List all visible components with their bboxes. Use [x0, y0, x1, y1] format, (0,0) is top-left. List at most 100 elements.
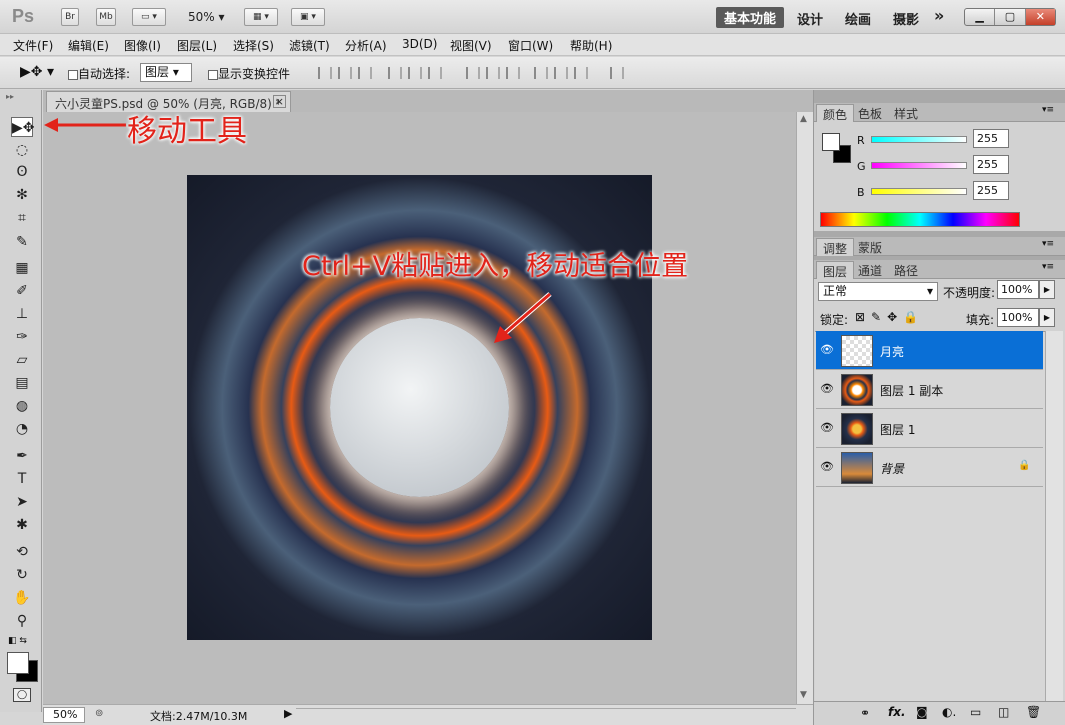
adjustment-layer-icon[interactable]: ◐.: [942, 705, 956, 719]
align-vcenter-icon[interactable]: [338, 67, 352, 79]
move-tool-icon[interactable]: ▶✥: [11, 117, 35, 137]
clone-stamp-tool-icon[interactable]: ⊥: [11, 304, 33, 324]
tab-color[interactable]: 颜色: [816, 104, 855, 122]
hand-tool-icon[interactable]: ✋: [11, 588, 33, 608]
layer-row-background[interactable]: 👁 背景 🔒: [816, 448, 1043, 487]
opacity-field[interactable]: 100%: [997, 280, 1039, 299]
channel-b-slider[interactable]: [871, 188, 967, 195]
delete-layer-icon[interactable]: 🗑: [1026, 705, 1041, 719]
status-options-icon[interactable]: ⊚: [95, 708, 103, 719]
link-layers-icon[interactable]: ⚭: [860, 706, 870, 720]
menu-layer[interactable]: 图层(L): [177, 37, 217, 54]
dodge-tool-icon[interactable]: ◔: [11, 419, 33, 439]
history-brush-tool-icon[interactable]: ✑: [11, 327, 33, 347]
close-tab-icon[interactable]: ×: [272, 95, 286, 108]
visibility-eye-icon[interactable]: 👁: [820, 382, 834, 395]
vertical-scrollbar[interactable]: ▲ ▼: [796, 112, 813, 704]
type-tool-icon[interactable]: T: [11, 469, 33, 489]
path-selection-tool-icon[interactable]: ➤: [11, 492, 33, 512]
tab-channels[interactable]: 通道: [852, 261, 888, 279]
3d-orbit-tool-icon[interactable]: ↻: [11, 565, 33, 585]
color-spectrum-bar[interactable]: [820, 212, 1020, 227]
new-layer-icon[interactable]: ◫: [998, 705, 1009, 719]
screen-mode-button[interactable]: ▣ ▾: [291, 8, 325, 26]
fill-field[interactable]: 100%: [997, 308, 1039, 327]
distribute-hcenter-icon[interactable]: [554, 67, 568, 79]
channel-r-value[interactable]: 255: [973, 129, 1009, 148]
workspace-essentials[interactable]: 基本功能: [716, 7, 785, 28]
adjust-panel-menu-icon[interactable]: ▾≡: [1042, 239, 1054, 249]
align-bottom-icon[interactable]: [358, 67, 372, 79]
3d-rotate-tool-icon[interactable]: ⟲: [11, 542, 33, 562]
close-window-button[interactable]: ✕: [1025, 9, 1055, 25]
menu-file[interactable]: 文件(F): [13, 37, 53, 54]
color-panel-foreground-swatch[interactable]: [822, 133, 840, 151]
layers-panel-menu-icon[interactable]: ▾≡: [1042, 262, 1054, 272]
distribute-top-icon[interactable]: [466, 67, 480, 79]
channel-r-slider[interactable]: [871, 136, 967, 143]
distribute-left-icon[interactable]: [534, 67, 548, 79]
distribute-bottom-icon[interactable]: [506, 67, 520, 79]
brush-tool-icon[interactable]: ✐: [11, 281, 33, 301]
status-zoom-field[interactable]: 50%: [43, 707, 85, 723]
panel-menu-icon[interactable]: ▾≡: [1042, 105, 1054, 115]
workspace-design[interactable]: 设计: [797, 9, 823, 28]
shape-tool-icon[interactable]: ✱: [11, 515, 33, 535]
more-workspaces-icon[interactable]: »: [934, 6, 944, 25]
minimize-button[interactable]: ▁: [965, 9, 996, 25]
layer-row-layer1-copy[interactable]: 👁 图层 1 副本: [816, 370, 1043, 409]
layers-scrollbar[interactable]: [1045, 331, 1063, 701]
horizontal-scrollbar[interactable]: [296, 708, 796, 722]
layer-row-moon[interactable]: 👁 月亮: [816, 331, 1043, 370]
distribute-right-icon[interactable]: [574, 67, 588, 79]
healing-brush-tool-icon[interactable]: ▦: [11, 258, 33, 278]
eraser-tool-icon[interactable]: ▱: [11, 350, 33, 370]
zoom-tool-icon[interactable]: ⚲: [11, 611, 33, 631]
moon-layer-image[interactable]: [330, 318, 509, 497]
marquee-tool-icon[interactable]: ◌: [11, 140, 33, 160]
tool-preset-picker[interactable]: ▶✥ ▾: [20, 64, 54, 80]
tab-layers[interactable]: 图层: [816, 261, 855, 279]
lock-icons[interactable]: ⊠✎✥🔒: [855, 310, 924, 324]
tab-swatches[interactable]: 色板: [852, 104, 888, 122]
align-right-icon[interactable]: [428, 67, 442, 79]
visibility-eye-icon[interactable]: 👁: [820, 460, 834, 473]
visibility-eye-icon[interactable]: 👁: [820, 421, 834, 434]
tab-masks[interactable]: 蒙版: [852, 238, 888, 256]
distribute-vcenter-icon[interactable]: [486, 67, 500, 79]
show-transform-checkbox[interactable]: 显示变换控件: [208, 65, 290, 82]
quick-select-tool-icon[interactable]: ✻: [11, 185, 33, 205]
auto-select-dropdown[interactable]: 图层 ▾: [140, 63, 192, 82]
new-group-icon[interactable]: ▭: [970, 705, 981, 719]
tab-adjustments[interactable]: 调整: [816, 238, 855, 256]
quick-mask-icon[interactable]: ◯: [13, 688, 31, 702]
mini-bridge-button[interactable]: Mb: [96, 8, 116, 26]
channel-b-value[interactable]: 255: [973, 181, 1009, 200]
auto-align-icon[interactable]: [610, 67, 624, 79]
menu-3d[interactable]: 3D(D): [402, 37, 437, 51]
blur-tool-icon[interactable]: ◍: [11, 396, 33, 416]
arrange-documents-button[interactable]: ▦ ▾: [244, 8, 278, 26]
pen-tool-icon[interactable]: ✒: [11, 446, 33, 466]
workspace-painting[interactable]: 绘画: [845, 9, 871, 28]
blend-mode-dropdown[interactable]: 正常 ▾: [818, 282, 938, 301]
menu-filter[interactable]: 滤镜(T): [289, 37, 330, 54]
add-mask-icon[interactable]: ◙: [916, 705, 928, 719]
bridge-button[interactable]: Br: [61, 8, 79, 26]
menu-view[interactable]: 视图(V): [450, 37, 492, 54]
collapse-toolbox-icon[interactable]: ▸▸: [6, 92, 14, 101]
align-hcenter-icon[interactable]: [408, 67, 422, 79]
menu-image[interactable]: 图像(I): [124, 37, 161, 54]
zoom-level[interactable]: 50% ▾: [188, 10, 225, 24]
channel-g-slider[interactable]: [871, 162, 967, 169]
status-menu-arrow-icon[interactable]: ▶: [284, 707, 292, 720]
menu-edit[interactable]: 编辑(E): [68, 37, 109, 54]
menu-help[interactable]: 帮助(H): [570, 37, 612, 54]
tab-styles[interactable]: 样式: [888, 104, 924, 122]
fill-arrow-icon[interactable]: ▶: [1039, 308, 1055, 327]
layer-style-icon[interactable]: fx.: [888, 705, 906, 719]
tab-paths[interactable]: 路径: [888, 261, 924, 279]
menu-analysis[interactable]: 分析(A): [345, 37, 387, 54]
align-top-icon[interactable]: [318, 67, 332, 79]
visibility-eye-icon[interactable]: 👁: [820, 343, 834, 356]
